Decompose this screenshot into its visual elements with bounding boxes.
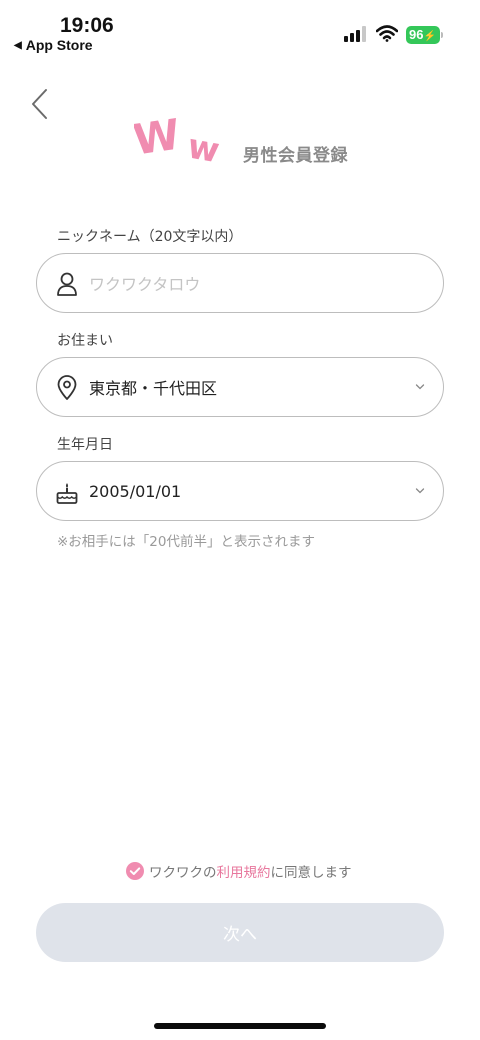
back-chevron-icon[interactable] — [28, 86, 52, 122]
residence-label: お住まい — [57, 333, 113, 349]
nickname-label: ニックネーム（20文字以内） — [57, 229, 243, 245]
terms-link[interactable]: 利用規約 — [217, 861, 271, 881]
chevron-down-icon — [415, 384, 425, 390]
logo-letter-2: w — [185, 127, 223, 168]
battery-indicator: 96⚡ — [406, 26, 440, 44]
chevron-down-icon — [415, 488, 425, 494]
birthday-value: 2005/01/01 — [89, 481, 182, 501]
next-button[interactable]: 次へ — [36, 903, 444, 962]
birthday-display-note: ※お相手には「20代前半」と表示されます — [57, 534, 315, 550]
logo-letter-1: W — [134, 112, 183, 165]
nickname-input[interactable]: ワクワクタロウ — [36, 253, 444, 313]
battery-nub — [441, 32, 443, 38]
status-time: 19:06 — [60, 14, 114, 37]
residence-value: 東京都・千代田区 — [89, 379, 218, 398]
cake-icon — [56, 483, 78, 504]
checkmark-circle-icon[interactable] — [126, 862, 144, 880]
status-bar: 19:06 ◀ App Store 96⚡ — [0, 0, 480, 60]
terms-agreement[interactable]: ワクワクの 利用規約 に同意します — [126, 861, 352, 881]
battery-level: 96 — [409, 27, 424, 42]
wifi-icon — [376, 25, 398, 42]
back-to-app-store-link[interactable]: ◀ App Store — [14, 37, 93, 53]
user-icon — [57, 272, 77, 296]
page-title: 男性会員登録 — [243, 146, 348, 166]
charging-bolt-icon: ⚡ — [423, 31, 436, 42]
back-app-label: App Store — [25, 37, 93, 53]
agreement-suffix: に同意します — [270, 865, 352, 881]
cellular-signal-icon — [344, 26, 366, 42]
birthday-select[interactable]: 2005/01/01 — [36, 461, 444, 521]
home-indicator — [154, 1023, 326, 1029]
residence-select[interactable]: 東京都・千代田区 — [36, 357, 444, 417]
location-pin-icon — [57, 375, 77, 400]
agreement-prefix: ワクワクの — [149, 865, 217, 881]
birthday-label: 生年月日 — [57, 437, 113, 453]
back-triangle-icon: ◀ — [14, 39, 22, 51]
nickname-placeholder: ワクワクタロウ — [89, 275, 201, 294]
wakuwaku-logo: W w — [134, 112, 223, 168]
